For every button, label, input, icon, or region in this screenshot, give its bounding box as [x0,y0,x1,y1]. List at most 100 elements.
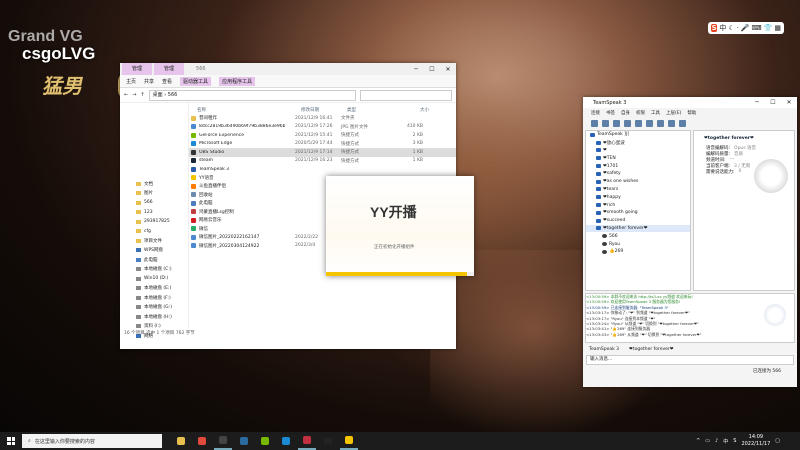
ribbon-tab[interactable]: 主页 [126,78,136,85]
file-row[interactable]: OBS Studio 2021/12/9 17:14 快捷方式 1 KB [189,148,456,157]
ts-tree-channel[interactable]: ❤1701 [586,162,690,170]
nav-item[interactable]: 123 [120,208,188,218]
ime-icon[interactable]: 中 [723,438,728,445]
taskbar-app-obs[interactable] [214,432,232,450]
ime-mode-label[interactable]: 中 [719,23,726,33]
taskbar-app-obs-studio[interactable] [319,432,337,450]
ts-menu-item[interactable]: 自身 [621,110,630,116]
taskbar-clock[interactable]: 14:09 2022/11/17 [741,434,770,448]
explorer-titlebar[interactable]: 管理 管理 566 ─ ☐ ✕ [120,63,456,75]
network-icon[interactable]: ▭ [705,438,710,444]
start-button[interactable] [0,432,22,450]
ts-chat-log[interactable]: <13:00:59> 本群不欢迎来访 http://ts3.xx yy频道 欢迎… [585,293,795,343]
ts-tree-channel[interactable]: ❤TEN [586,154,690,162]
file-row[interactable]: 8dcc2819b36490b69f79b3886e3e96b 2021/12/9… [189,123,456,132]
punctuation-icon[interactable]: · [737,24,739,32]
ts-tree-current[interactable]: ❤together forever❤ [586,224,690,233]
ribbon-tab[interactable]: 查看 [162,78,172,85]
nav-item[interactable]: 此电脑 [120,255,188,265]
ts-menu-item[interactable]: 上层(E) [666,110,681,116]
nav-item[interactable]: 293917825 [120,217,188,227]
explorer-context-tab-2[interactable]: 管理 [154,63,185,75]
up-arrow-icon[interactable]: ↑ [140,92,144,98]
ts-tree-channel[interactable]: ❤ [586,147,690,155]
volume-icon[interactable]: ♪ [715,438,718,444]
file-row[interactable]: Microsoft Edge 2020/5/29 17:44 快捷方式 3 KB [189,140,456,149]
taskbar-app-yy[interactable] [340,432,358,450]
maximize-icon[interactable]: ☐ [424,66,440,73]
back-arrow-icon[interactable]: ← [124,92,128,98]
ts-chat-input[interactable]: 输入消息... [586,355,794,365]
nav-item[interactable]: 本地磁盘 (H:) [120,312,188,322]
address-bar[interactable]: 桌面 › 566 [148,89,356,101]
keyboard-icon[interactable]: ⌨ [752,24,762,32]
shirt-icon[interactable]: 👕 [764,24,773,32]
taskbar-search[interactable]: ⌕ 在这里输入你要搜索的内容 [22,434,162,448]
connect-icon[interactable] [591,119,598,127]
ribbon-tab[interactable]: 驱动器工具 [180,76,212,86]
file-row[interactable]: GeForce Experience 2021/12/9 15:41 快捷方式 2 K… [189,131,456,140]
ts-menu-item[interactable]: 书签 [606,110,615,116]
maximize-icon[interactable]: ☐ [765,99,781,106]
nav-item[interactable]: 本地磁盘 (E:) [120,284,188,294]
nav-item[interactable]: 图片 [120,189,188,199]
column-size[interactable]: 大小 [387,107,429,113]
ts-menu-item[interactable]: 工具 [651,110,660,116]
ribbon-tab[interactable]: 共享 [144,78,154,85]
chat-icon[interactable] [657,119,664,127]
explorer-search-input[interactable] [360,89,452,101]
close-icon[interactable]: ✕ [781,99,797,106]
ts-chat-tab-channel[interactable]: ❤together forever❤ [629,347,674,352]
ts-menu-item[interactable]: 连接 [591,110,600,116]
grid-icon[interactable]: ▦ [774,24,781,32]
disconnect-icon[interactable] [602,119,609,127]
ts-tree-user[interactable]: Ryou [586,240,690,248]
ts-tree-channel[interactable]: ❤happy [586,193,690,201]
ime-toolbar[interactable]: S 中 ☾ · 🎤 ⌨ 👕 ▦ [708,22,784,34]
mic-icon[interactable]: 🎤 [741,24,750,32]
ts-tree-user[interactable]: 👍269 [586,248,690,256]
taskbar-app-edge[interactable] [277,432,295,450]
ts-tree-channel[interactable]: ❤tears [586,186,690,194]
bookmark-icon[interactable] [668,119,675,127]
ts-tree-channel[interactable]: ❤succeed [586,217,690,225]
taskbar-app-wechat-red[interactable] [298,432,316,450]
taskbar-app-chrome[interactable] [193,432,211,450]
column-date[interactable]: 修改日期 [301,107,347,113]
minimize-icon[interactable]: ─ [408,66,424,73]
sogou-tray-icon[interactable]: S [733,438,736,444]
file-row[interactable]: steam 2021/12/9 16:23 快捷方式 1 KB [189,157,456,166]
minimize-icon[interactable]: ─ [749,99,765,106]
ts-tree-channel[interactable]: ❤safety [586,170,690,178]
ts-tree-user[interactable]: 566 [586,232,690,240]
nav-item[interactable]: 本地磁盘 (G:) [120,303,188,313]
mute-speaker-icon[interactable] [635,119,642,127]
ts-titlebar[interactable]: TeamSpeak 3 ─ ☐ ✕ [583,97,797,108]
nav-item[interactable]: Win10 (D:) [120,274,188,284]
nav-item[interactable]: 本地磁盘 (C:) [120,265,188,275]
ts-tree-server[interactable]: TeamSpeak ]|[ [586,131,690,139]
moon-icon[interactable]: ☾ [728,24,734,32]
ts-tree-channel[interactable]: ❤smooth going [586,209,690,217]
nav-item[interactable]: 文档 [120,179,188,189]
away-icon[interactable] [613,119,620,127]
file-row[interactable]: TeamSpeak 3 [189,165,456,174]
ts-menu-item[interactable]: 权限 [636,110,645,116]
sogou-icon[interactable]: S [711,24,718,32]
taskbar-app-file-explorer[interactable] [172,432,190,450]
nav-item[interactable]: WPS网盘 [120,246,188,256]
nav-item[interactable]: 566 [120,198,188,208]
user-icon[interactable] [679,119,686,127]
explorer-context-tab[interactable]: 管理 [122,63,153,75]
column-type[interactable]: 类型 [347,107,387,113]
file-row[interactable]: 昔间租炸 2021/12/9 16:41 文件夹 [189,114,456,123]
subscribe-icon[interactable] [646,119,653,127]
forward-arrow-icon[interactable]: → [132,92,136,98]
ts-menu-item[interactable]: 帮助 [687,110,696,116]
ts-tree-channel[interactable]: ❤放心蛋波 [586,139,690,147]
nav-item[interactable]: 项目文件 [120,236,188,246]
nav-item[interactable]: 本地磁盘 (F:) [120,293,188,303]
ts-tree-channel[interactable]: ❤rich [586,201,690,209]
mute-mic-icon[interactable] [624,119,631,127]
close-icon[interactable]: ✕ [440,66,456,73]
